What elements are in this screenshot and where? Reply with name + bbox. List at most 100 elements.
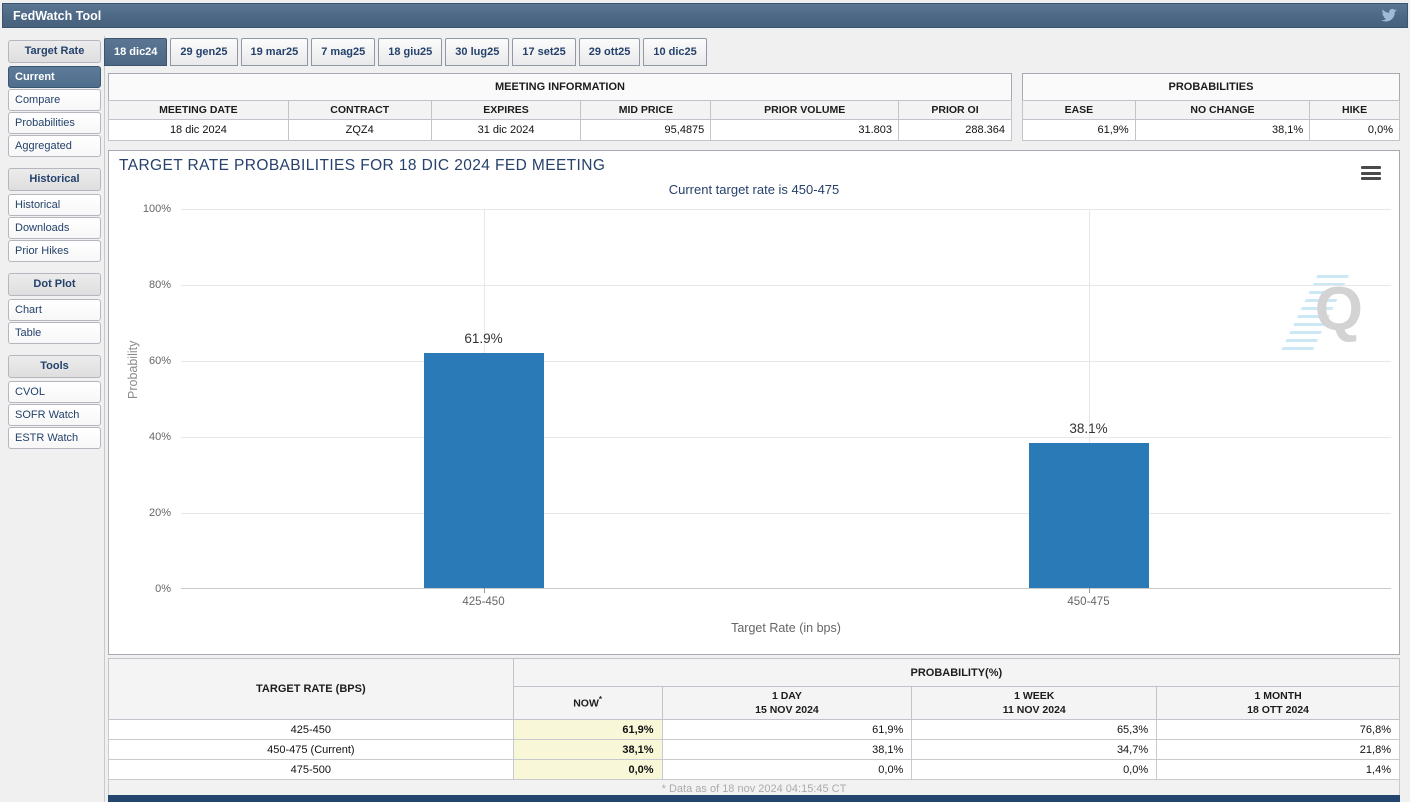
y-tick-label: 20% <box>148 507 171 519</box>
rate-header: TARGET RATE (BPS) <box>108 658 514 720</box>
col-expires: EXPIRES <box>430 100 582 120</box>
col-meeting-date: MEETING DATE <box>108 100 289 120</box>
chart-menu-icon[interactable] <box>1361 166 1381 183</box>
y-axis-title: Probability <box>126 340 140 399</box>
x-tick-mark <box>483 588 485 593</box>
now-475-500: 0,0% <box>512 759 663 780</box>
twitter-icon[interactable] <box>1379 7 1399 24</box>
prior-oi-value: 288.364 <box>898 119 1012 141</box>
quikstrike-watermark: Q <box>1279 275 1363 355</box>
table-row: 475-500 0,0% 0,0% 0,0% 1,4% <box>108 759 1400 780</box>
app-titlebar: FedWatch Tool <box>2 3 1408 28</box>
probabilities-title: PROBABILITIES <box>1022 73 1400 101</box>
bar-value-label: 61.9% <box>464 330 503 346</box>
contract-value: ZQZ4 <box>287 119 432 141</box>
month-425-450: 76,8% <box>1156 719 1400 740</box>
sidebar-item-aggregated[interactable]: Aggregated <box>8 135 101 157</box>
gridline <box>181 513 1391 514</box>
week-450-475: 34,7% <box>911 739 1158 760</box>
target-rate-chart-panel: TARGET RATE PROBABILITIES FOR 18 DIC 202… <box>108 150 1400 655</box>
app-title: FedWatch Tool <box>13 8 102 23</box>
sidebar-item-compare[interactable]: Compare <box>8 89 101 111</box>
tab-29-ott25[interactable]: 29 ott25 <box>578 38 641 66</box>
col-no-change: NO CHANGE <box>1134 100 1311 120</box>
sidebar-header-historical: Historical <box>8 168 101 191</box>
sidebar-divider <box>104 36 105 802</box>
prior-volume-value: 31.803 <box>710 119 900 141</box>
sidebar-header-dot-plot: Dot Plot <box>8 273 101 296</box>
y-tick-label: 100% <box>142 203 171 215</box>
col-contract: CONTRACT <box>287 100 432 120</box>
mid-price-value: 95,4875 <box>580 119 712 141</box>
sidebar-item-cvol[interactable]: CVOL <box>8 381 101 403</box>
table-row: 450-475 (Current) 38,1% 38,1% 34,7% 21,8… <box>108 739 1400 760</box>
col-now: NOW* <box>512 686 663 720</box>
chart-plot-area: Q 0% 20% 40% 60% 80% 100% 61.9% 425-450 38.1% 450… <box>143 203 1391 608</box>
day-425-450: 61,9% <box>661 719 913 740</box>
col-hike: HIKE <box>1309 100 1400 120</box>
sidebar-header-tools: Tools <box>8 355 101 378</box>
x-axis-title: Target Rate (in bps) <box>731 621 841 635</box>
col-ease: EASE <box>1022 100 1136 120</box>
tab-18-giu25[interactable]: 18 giu25 <box>378 38 443 66</box>
rate-425-450: 425-450 <box>108 719 514 740</box>
no-change-value: 38,1% <box>1134 119 1311 141</box>
sidebar-header-target-rate: Target Rate <box>8 40 101 63</box>
tab-30-lug25[interactable]: 30 lug25 <box>445 38 510 66</box>
x-tick-label: 425-450 <box>462 596 505 608</box>
col-prior-oi: PRIOR OI <box>898 100 1012 120</box>
chart-bar-450-475[interactable] <box>1028 443 1149 588</box>
gridline <box>181 285 1391 286</box>
gridline <box>181 209 1391 210</box>
chart-bar-425-450[interactable] <box>423 352 544 588</box>
y-tick-label: 40% <box>148 431 171 443</box>
sidebar-item-chart[interactable]: Chart <box>8 299 101 321</box>
sidebar-item-historical[interactable]: Historical <box>8 194 101 216</box>
sidebar-item-estr-watch[interactable]: ESTR Watch <box>8 427 101 449</box>
y-tick-label: 0% <box>155 583 171 595</box>
x-tick-mark <box>1088 588 1090 593</box>
y-tick-label: 60% <box>148 355 171 367</box>
rate-475-500: 475-500 <box>108 759 514 780</box>
table-row: 425-450 61,9% 61,9% 65,3% 76,8% <box>108 719 1400 740</box>
tab-18-dic24[interactable]: 18 dic24 <box>104 38 168 66</box>
sidebar: Target Rate Current Compare Probabilitie… <box>8 40 101 450</box>
col-mid-price: MID PRICE <box>580 100 712 120</box>
probabilities-table: PROBABILITIES EASE NO CHANGE HIKE 61,9% … <box>1022 73 1400 141</box>
tab-10-dic25[interactable]: 10 dic25 <box>643 38 707 66</box>
sidebar-item-probabilities[interactable]: Probabilities <box>8 112 101 134</box>
gridline <box>181 437 1391 438</box>
tab-19-mar25[interactable]: 19 mar25 <box>240 38 309 66</box>
meeting-tabs: 18 dic24 29 gen25 19 mar25 7 mag25 18 gi… <box>104 38 710 66</box>
tab-17-set25[interactable]: 17 set25 <box>512 38 576 66</box>
ease-value: 61,9% <box>1022 119 1136 141</box>
now-450-475: 38,1% <box>512 739 663 760</box>
gridline <box>181 361 1391 362</box>
rate-450-475: 450-475 (Current) <box>108 739 514 760</box>
bottom-border-bar <box>108 795 1400 802</box>
hike-value: 0,0% <box>1309 119 1400 141</box>
col-prior-volume: PRIOR VOLUME <box>710 100 900 120</box>
x-tick-label: 450-475 <box>1067 596 1110 608</box>
sidebar-item-current[interactable]: Current <box>8 66 101 88</box>
col-1-week: 1 WEEK 11 NOV 2024 <box>911 686 1158 720</box>
y-tick-label: 80% <box>148 279 171 291</box>
col-1-day: 1 DAY 15 NOV 2024 <box>661 686 913 720</box>
probability-history-table: TARGET RATE (BPS) PROBABILITY(%) NOW* 1 … <box>108 658 1401 798</box>
expires-value: 31 dic 2024 <box>430 119 582 141</box>
month-475-500: 1,4% <box>1156 759 1400 780</box>
bar-value-label: 38.1% <box>1069 421 1108 437</box>
week-425-450: 65,3% <box>911 719 1158 740</box>
day-475-500: 0,0% <box>661 759 913 780</box>
sidebar-item-downloads[interactable]: Downloads <box>8 217 101 239</box>
meeting-information-table: MEETING INFORMATION MEETING DATE CONTRAC… <box>108 73 1012 141</box>
probability-group-header: PROBABILITY(%) <box>512 658 1401 687</box>
tab-7-mag25[interactable]: 7 mag25 <box>311 38 376 66</box>
sidebar-item-sofr-watch[interactable]: SOFR Watch <box>8 404 101 426</box>
sidebar-item-prior-hikes[interactable]: Prior Hikes <box>8 240 101 262</box>
meeting-information-title: MEETING INFORMATION <box>108 73 1012 101</box>
day-450-475: 38,1% <box>661 739 913 760</box>
sidebar-item-table[interactable]: Table <box>8 322 101 344</box>
col-1-month: 1 MONTH 18 OTT 2024 <box>1156 686 1400 720</box>
tab-29-gen25[interactable]: 29 gen25 <box>170 38 238 66</box>
